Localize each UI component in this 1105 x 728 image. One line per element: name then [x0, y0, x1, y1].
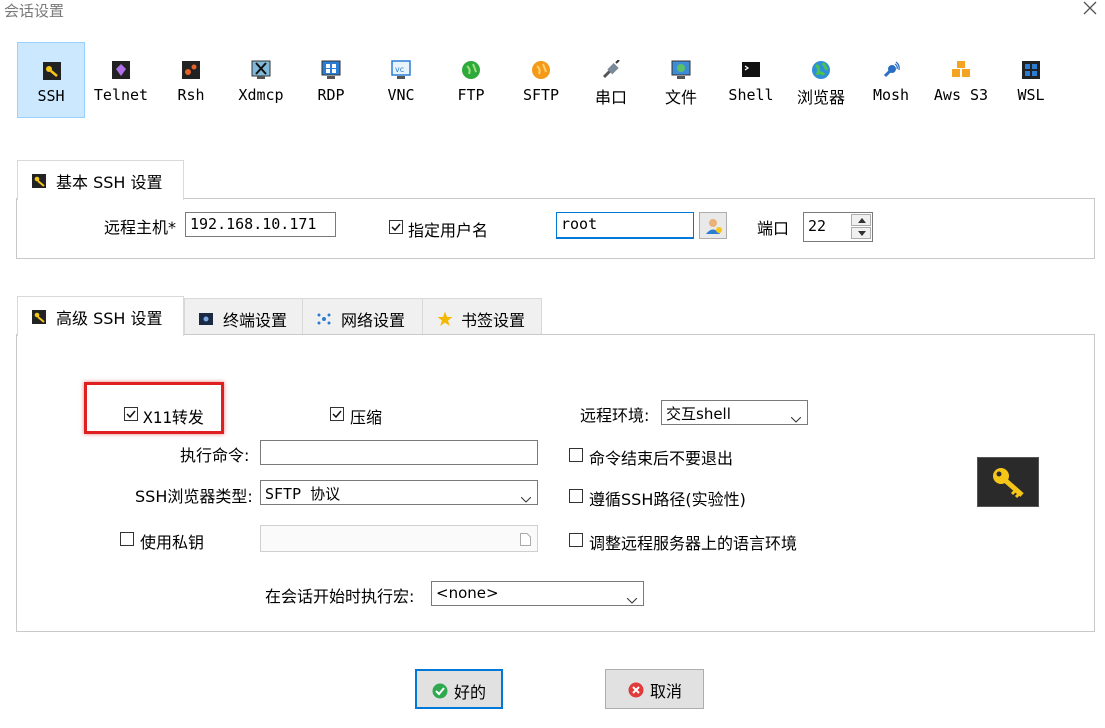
telnet-icon	[111, 60, 131, 80]
cancel-button[interactable]: 取消	[605, 669, 704, 709]
specify-username-label: 指定用户名	[408, 221, 489, 240]
port-increment-button[interactable]	[851, 214, 871, 226]
key-icon	[32, 173, 46, 188]
terminal-icon	[199, 311, 213, 325]
rsh-icon	[181, 60, 201, 80]
adjust-locale-checkbox[interactable]	[569, 533, 583, 547]
session-type-mosh[interactable]: Mosh	[857, 42, 925, 118]
svg-text:vc: vc	[395, 65, 404, 74]
do-not-exit-checkbox[interactable]	[569, 448, 583, 462]
ok-button[interactable]: 好的	[415, 669, 503, 709]
port-label: 端口	[757, 219, 790, 238]
mosh-icon	[881, 60, 901, 80]
shell-icon	[741, 60, 761, 80]
remote-host-label: 远程主机*	[104, 218, 177, 237]
adjust-locale-label: 调整远程服务器上的语言环境	[589, 534, 798, 553]
session-type-aws-s3[interactable]: Aws S3	[927, 42, 995, 118]
session-type-rdp[interactable]: RDP	[297, 42, 365, 118]
execute-command-input[interactable]	[260, 440, 538, 465]
session-type-rsh[interactable]: Rsh	[157, 42, 225, 118]
check-icon	[432, 683, 448, 699]
compression-label: 压缩	[350, 408, 383, 427]
tab-basic-ssh-settings[interactable]: 基本 SSH 设置	[17, 160, 184, 200]
ssh-browser-type-value: SFTP 协议	[265, 485, 341, 503]
session-type-vnc[interactable]: vc VNC	[367, 42, 435, 118]
user-icon	[705, 217, 723, 239]
cancel-icon	[628, 682, 644, 698]
session-type-ssh[interactable]: SSH	[17, 42, 85, 118]
session-type-browser[interactable]: 浏览器	[787, 42, 855, 118]
execute-macro-value: <none>	[436, 584, 499, 602]
session-type-file[interactable]: 文件	[647, 42, 715, 118]
use-private-key-checkbox[interactable]	[120, 532, 134, 546]
file-browse-icon	[520, 532, 531, 550]
ssh-browser-type-label: SSH浏览器类型:	[135, 487, 253, 506]
tab-bookmark-settings[interactable]: 书签设置	[422, 298, 542, 336]
key-icon	[32, 309, 46, 324]
execute-macro-select[interactable]: <none>	[431, 581, 644, 606]
chevron-down-icon	[520, 489, 532, 507]
tab-network-settings[interactable]: 网络设置	[302, 298, 423, 336]
remote-environment-select[interactable]: 交互shell	[661, 400, 808, 425]
remote-environment-value: 交互shell	[666, 405, 731, 423]
x11-forwarding-label: X11转发	[143, 408, 204, 427]
key-icon	[42, 61, 62, 81]
key-manager-button[interactable]	[977, 457, 1039, 507]
remote-host-input[interactable]: 192.168.10.171	[185, 212, 336, 237]
private-key-path-input	[260, 525, 538, 552]
network-icon	[317, 311, 331, 325]
chevron-down-icon	[790, 409, 802, 427]
ftp-icon	[461, 60, 481, 80]
close-icon[interactable]	[1082, 0, 1100, 18]
session-type-wsl[interactable]: WSL	[997, 42, 1065, 118]
rdp-icon	[321, 60, 341, 80]
vnc-icon: vc	[391, 60, 411, 80]
sftp-icon	[531, 60, 551, 80]
port-value: 22	[808, 217, 827, 235]
session-type-xdmcp[interactable]: Xdmcp	[227, 42, 295, 118]
key-icon	[990, 464, 1028, 506]
serial-icon	[601, 59, 621, 80]
ssh-browser-type-select[interactable]: SFTP 协议	[260, 480, 538, 505]
remote-environment-label: 远程环境:	[580, 406, 650, 425]
x11-forwarding-checkbox[interactable]	[124, 407, 138, 421]
file-icon	[671, 60, 691, 80]
execute-macro-label: 在会话开始时执行宏:	[265, 587, 415, 606]
wsl-icon	[1021, 60, 1041, 80]
browser-icon	[811, 60, 831, 80]
follow-ssh-path-label: 遵循SSH路径(实验性)	[589, 490, 746, 509]
port-spinner[interactable]: 22	[803, 212, 873, 242]
aws-s3-icon	[951, 60, 971, 80]
compression-checkbox[interactable]	[330, 407, 344, 421]
execute-command-label: 执行命令:	[180, 446, 250, 465]
specify-username-checkbox[interactable]	[389, 220, 403, 234]
tab-terminal-settings[interactable]: 终端设置	[184, 298, 303, 336]
session-type-ftp[interactable]: FTP	[437, 42, 505, 118]
do-not-exit-label: 命令结束后不要退出	[589, 449, 734, 468]
xdmcp-icon	[251, 60, 271, 80]
username-input[interactable]: root	[556, 212, 694, 239]
session-type-telnet[interactable]: Telnet	[87, 42, 155, 118]
port-decrement-button[interactable]	[851, 227, 871, 239]
session-type-shell[interactable]: Shell	[717, 42, 785, 118]
follow-ssh-path-checkbox[interactable]	[569, 489, 583, 503]
session-type-sftp[interactable]: SFTP	[507, 42, 575, 118]
chevron-down-icon	[626, 590, 638, 608]
session-type-serial[interactable]: 串口	[577, 42, 645, 118]
user-select-button[interactable]	[699, 212, 727, 239]
use-private-key-label: 使用私钥	[140, 533, 205, 552]
window-title: 会话设置	[4, 2, 65, 20]
star-icon	[437, 311, 453, 326]
tab-advanced-ssh-settings[interactable]: 高级 SSH 设置	[17, 296, 184, 336]
